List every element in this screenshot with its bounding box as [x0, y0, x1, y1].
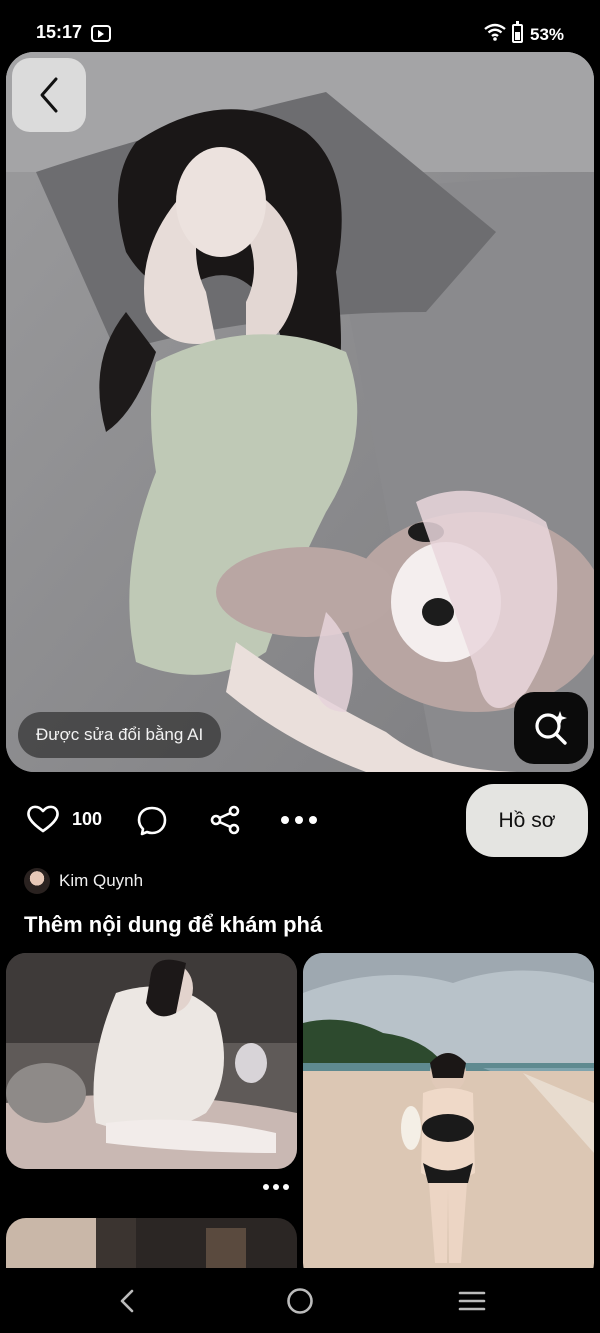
profile-button[interactable]: Hồ sơ	[466, 784, 588, 857]
grid-pin-2[interactable]	[303, 953, 594, 1283]
heart-icon	[27, 805, 59, 833]
like-count: 100	[72, 808, 103, 829]
back-button[interactable]	[12, 58, 86, 132]
more-dots-icon	[281, 816, 317, 824]
comment-button[interactable]	[136, 805, 168, 837]
share-button[interactable]	[209, 804, 241, 836]
visual-search-button[interactable]	[514, 692, 588, 764]
comment-bubble-icon	[137, 806, 167, 836]
ai-edited-badge[interactable]: Được sửa đổi bằng AI	[18, 712, 222, 758]
nav-recents-icon[interactable]	[458, 1290, 486, 1312]
grid-pin-1[interactable]	[6, 953, 297, 1169]
avatar	[24, 868, 50, 894]
wifi-icon	[484, 23, 506, 41]
status-bar: 15:17 53%	[0, 0, 600, 52]
battery-percent: 53%	[530, 25, 565, 44]
nav-home-icon[interactable]	[286, 1287, 314, 1315]
cast-icon	[91, 25, 111, 42]
author-row[interactable]: Kim Quynh	[24, 868, 143, 894]
system-nav-bar	[0, 1268, 600, 1333]
chevron-left-icon	[40, 77, 58, 113]
pin-image[interactable]	[6, 52, 594, 772]
section-title: Thêm nội dung để khám phá	[24, 912, 323, 937]
nav-back-icon[interactable]	[118, 1288, 136, 1314]
battery-icon	[512, 21, 523, 43]
visual-search-sparkle-icon	[535, 711, 567, 745]
like-control[interactable]: 100	[26, 804, 102, 834]
share-icon	[210, 805, 240, 835]
more-dots-icon[interactable]	[262, 1183, 290, 1191]
more-options-button[interactable]	[280, 814, 320, 826]
author-name: Kim Quynh	[59, 871, 144, 890]
status-time: 15:17	[36, 22, 83, 42]
